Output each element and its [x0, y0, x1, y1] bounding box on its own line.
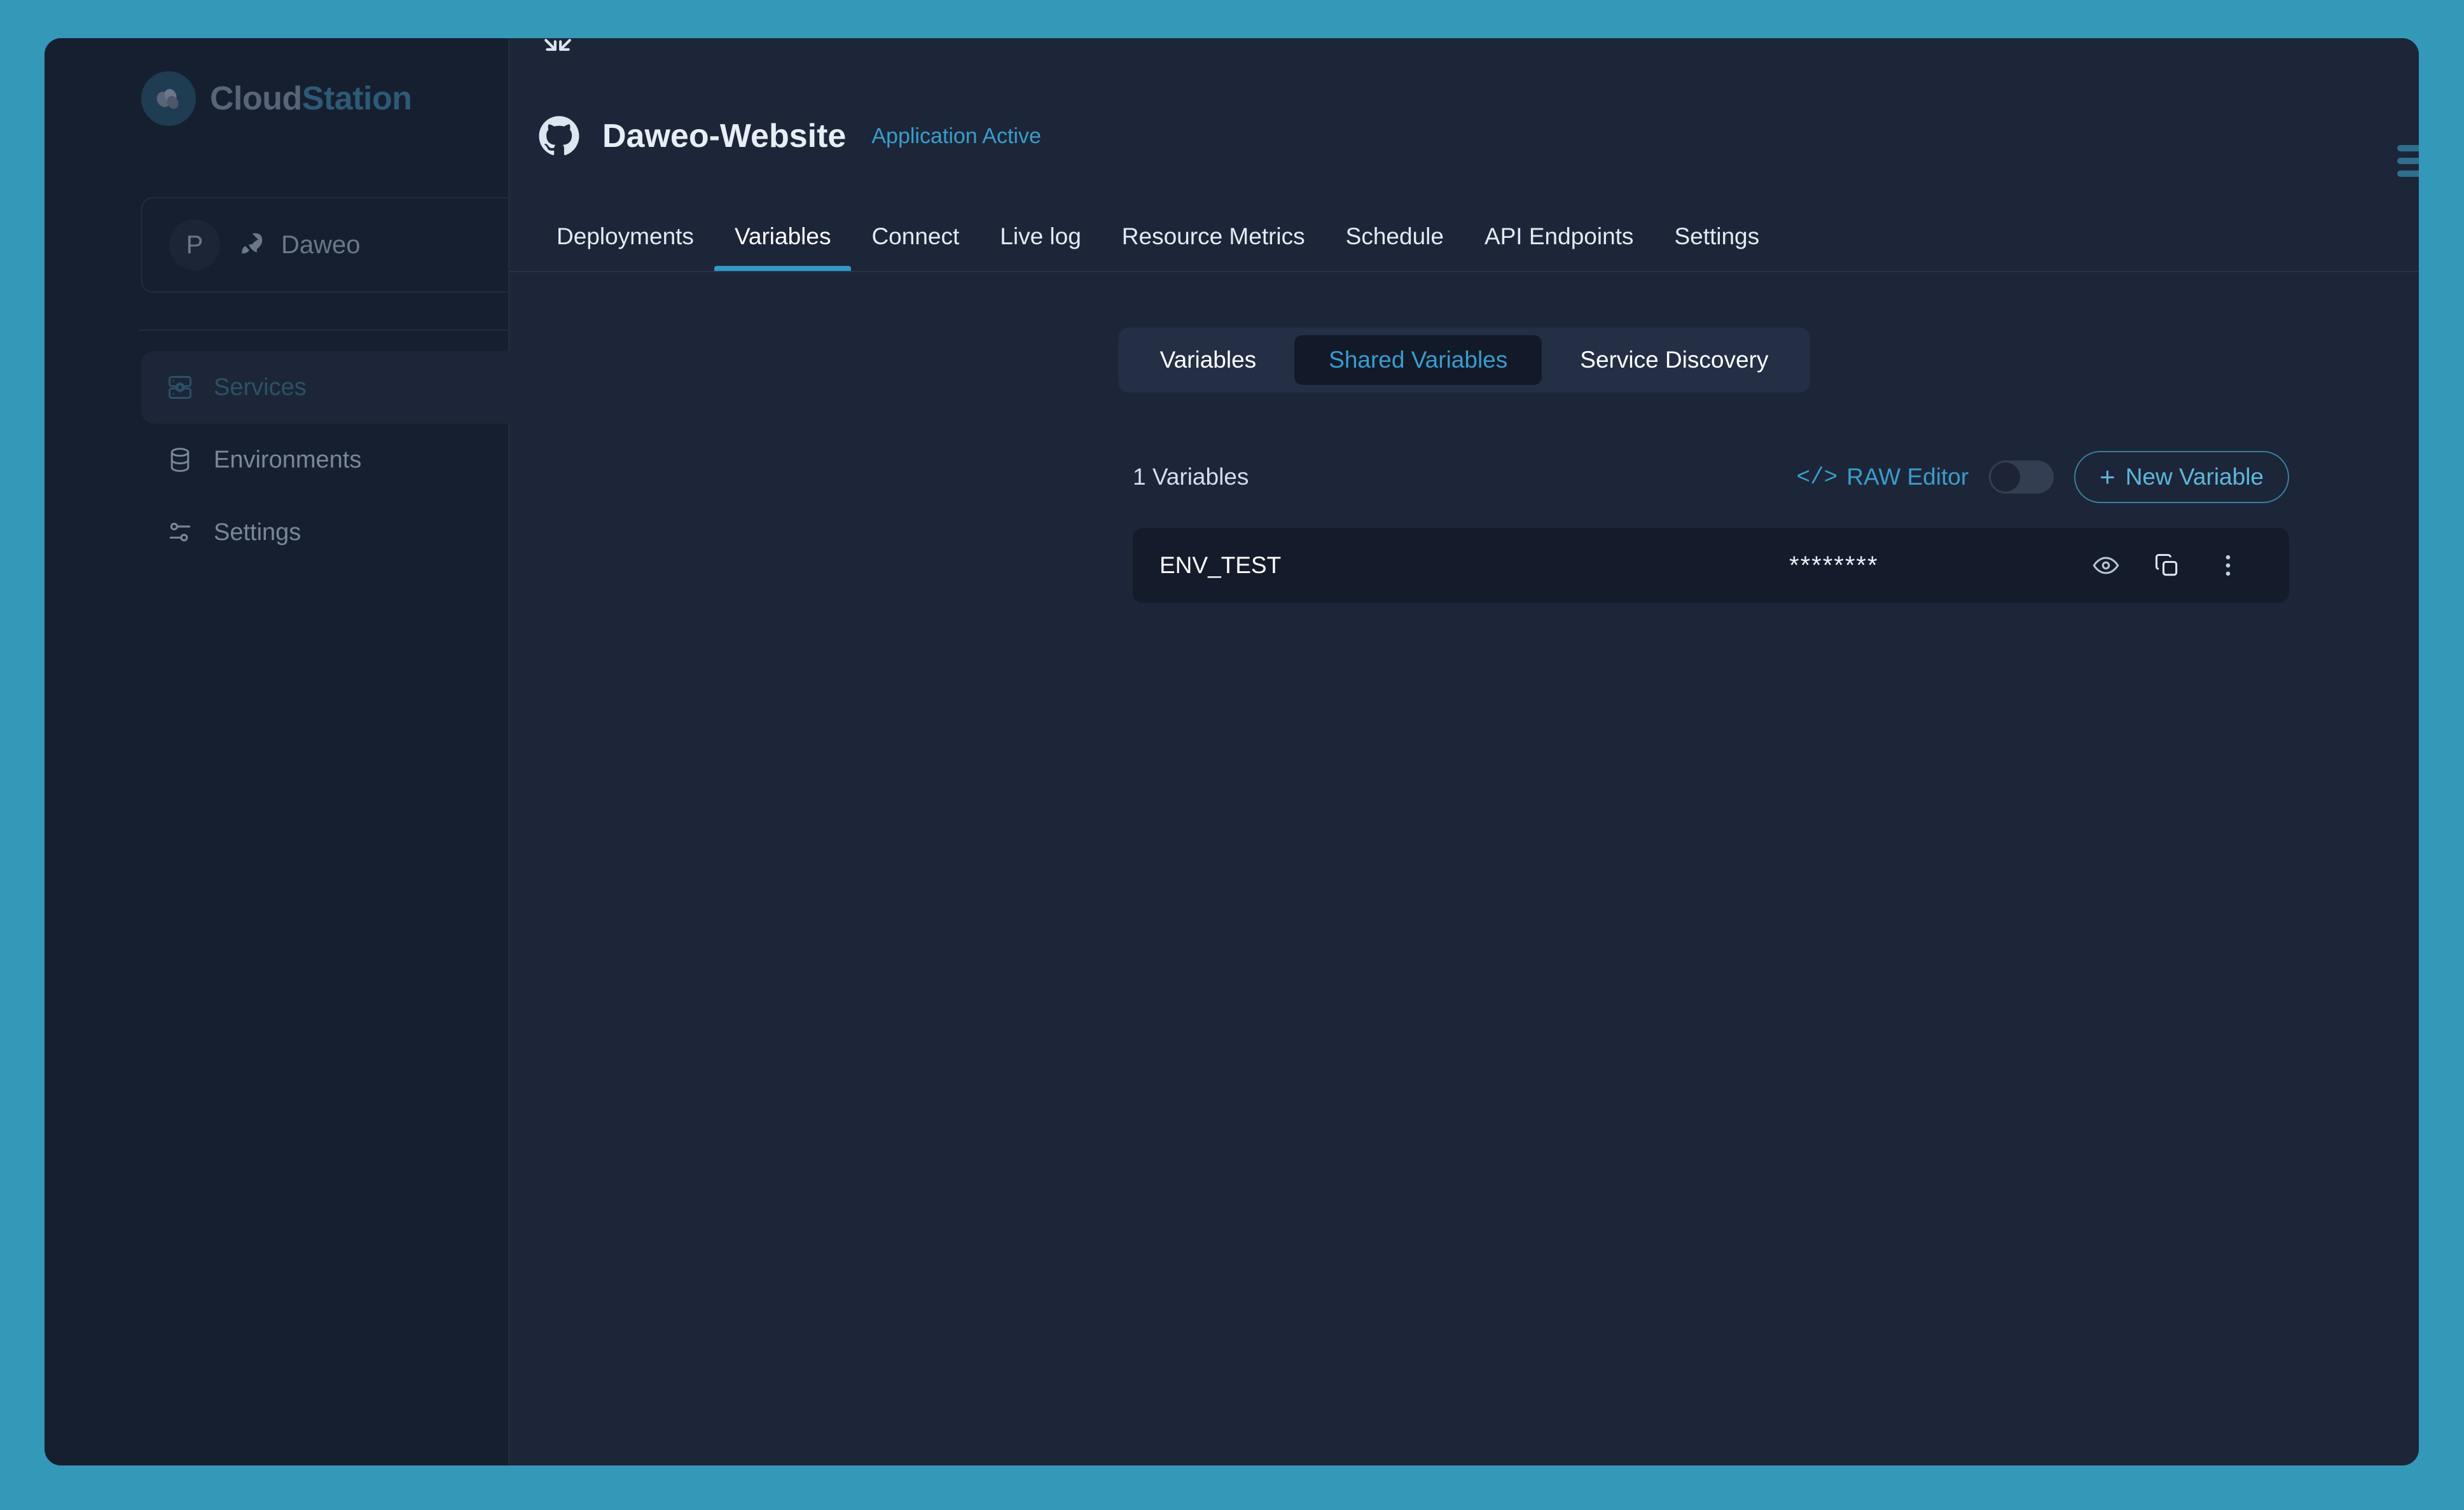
variable-value: ********: [1789, 551, 1879, 579]
tab-resource-metrics[interactable]: Resource Metrics: [1102, 202, 1325, 271]
tab-variables[interactable]: Variables: [714, 202, 852, 271]
variables-toolbar: 1 Variables </> RAW Editor + New Variabl…: [1133, 451, 2289, 503]
collapse-arrows-icon[interactable]: [536, 38, 579, 74]
hamburger-menu-icon[interactable]: [2397, 145, 2419, 177]
brand-name-part2: Station: [301, 80, 412, 117]
server-gear-icon: [165, 373, 195, 402]
sidebar-item-environments[interactable]: Environments: [141, 424, 539, 496]
project-selector[interactable]: P Daweo: [141, 197, 539, 293]
hamburger-bar: [2397, 145, 2419, 151]
sidebar-nav: Services Environments Settings: [141, 351, 539, 569]
toggle-knob: [1991, 462, 2021, 492]
sidebar-item-label: Environments: [214, 446, 362, 473]
cloud-logo-icon: [141, 71, 196, 126]
tab-live-log[interactable]: Live log: [979, 202, 1102, 271]
tab-api-endpoints[interactable]: API Endpoints: [1464, 202, 1654, 271]
brand-name: CloudStation: [210, 80, 412, 118]
segment-variables[interactable]: Variables: [1126, 335, 1291, 385]
database-icon: [165, 445, 195, 474]
table-row[interactable]: ENV_TEST ********: [1133, 528, 2289, 603]
new-variable-button[interactable]: + New Variable: [2074, 451, 2289, 503]
app-window: CloudStation P Daweo Services Environmen…: [45, 38, 2419, 1465]
eye-icon[interactable]: [2089, 549, 2122, 582]
segmented-control-wrap: Variables Shared Variables Service Disco…: [509, 328, 2419, 392]
page-title: Daweo-Website: [602, 118, 847, 155]
segment-shared-variables[interactable]: Shared Variables: [1294, 335, 1542, 385]
sliders-icon: [165, 518, 195, 547]
toolbar-actions: </> RAW Editor + New Variable: [1796, 451, 2289, 503]
avatar: P: [169, 219, 220, 270]
tab-bar: Deployments Variables Connect Live log R…: [509, 202, 2419, 272]
hamburger-bar: [2397, 158, 2419, 164]
raw-editor-control[interactable]: </> RAW Editor: [1796, 464, 1969, 490]
github-icon: [536, 113, 582, 159]
tab-settings[interactable]: Settings: [1654, 202, 1780, 271]
sidebar: CloudStation P Daweo Services Environmen…: [45, 38, 539, 1465]
brand-name-part1: Cloud: [210, 80, 302, 117]
segment-service-discovery[interactable]: Service Discovery: [1546, 335, 1803, 385]
project-name: Daweo: [281, 230, 361, 259]
sidebar-item-settings[interactable]: Settings: [141, 496, 539, 569]
row-actions: [2089, 549, 2245, 582]
copy-icon[interactable]: [2150, 549, 2184, 582]
variable-key: ENV_TEST: [1159, 552, 1282, 578]
more-vertical-icon[interactable]: [2211, 549, 2245, 582]
rocket-icon: [237, 230, 265, 261]
code-brackets-icon: </>: [1796, 464, 1838, 490]
status-badge: Application Active: [871, 123, 1041, 148]
tab-schedule[interactable]: Schedule: [1325, 202, 1464, 271]
plus-icon: +: [2100, 462, 2115, 492]
sidebar-item-label: Services: [214, 373, 307, 401]
sidebar-divider: [139, 329, 511, 331]
tab-connect[interactable]: Connect: [851, 202, 979, 271]
sidebar-item-services[interactable]: Services: [141, 351, 539, 424]
variables-list: ENV_TEST ********: [1133, 528, 2289, 603]
brand-logo[interactable]: CloudStation: [141, 71, 412, 126]
tab-deployments[interactable]: Deployments: [536, 202, 714, 271]
sidebar-item-label: Settings: [214, 518, 301, 546]
segmented-control: Variables Shared Variables Service Disco…: [1118, 328, 1811, 392]
raw-editor-toggle[interactable]: [1989, 461, 2054, 494]
raw-editor-label: RAW Editor: [1846, 464, 1969, 490]
main-content: Daweo-Website Application Active Deploym…: [509, 38, 2419, 1465]
variables-count: 1 Variables: [1133, 464, 1249, 490]
hamburger-bar: [2397, 170, 2419, 177]
new-variable-label: New Variable: [2125, 464, 2264, 490]
page-header: Daweo-Website Application Active: [536, 113, 1041, 159]
